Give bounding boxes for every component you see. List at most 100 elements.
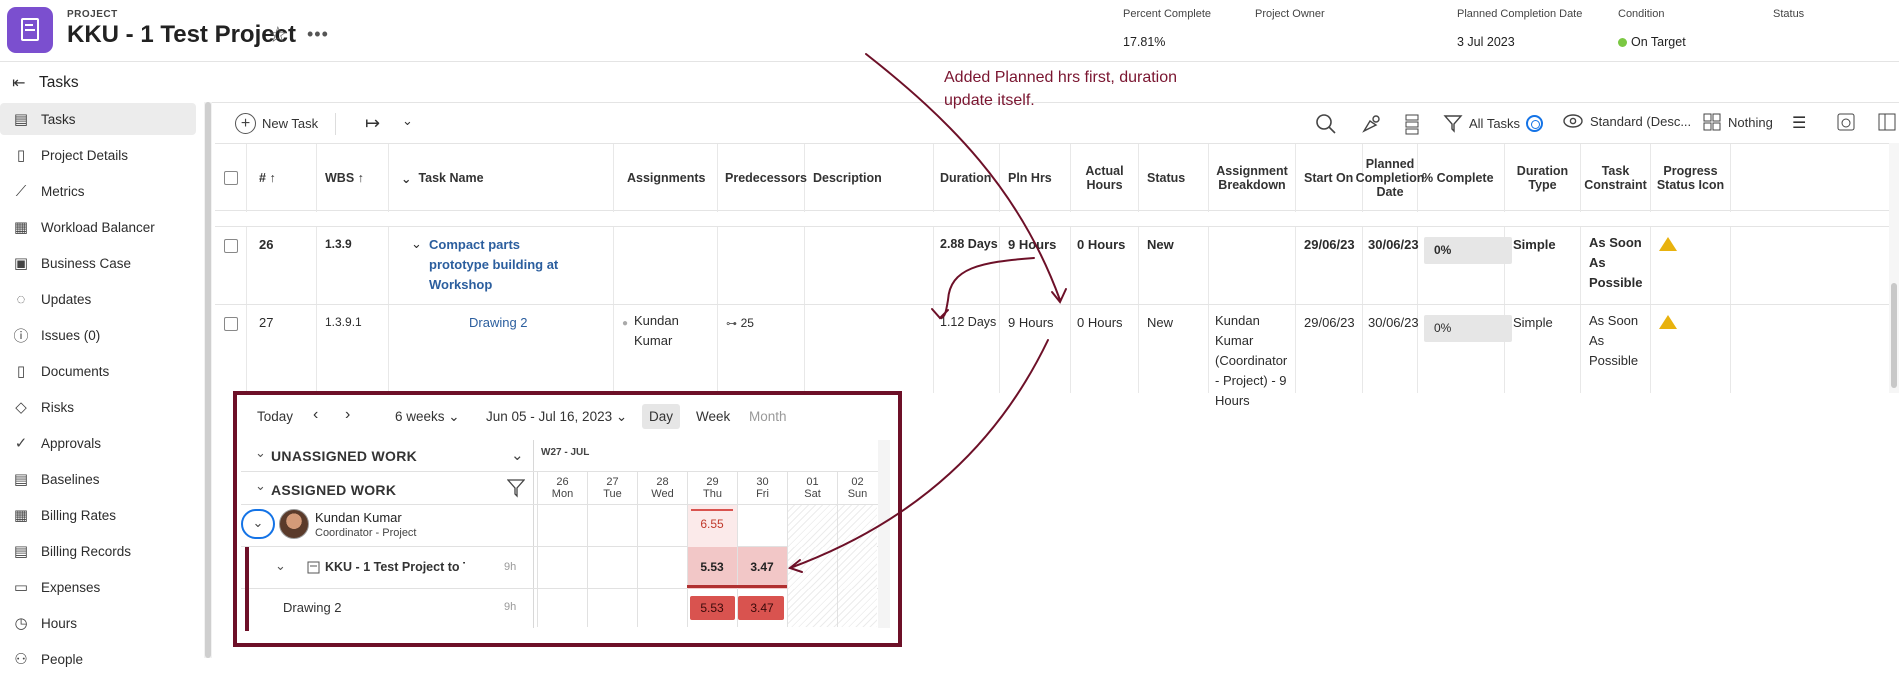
column-progress-status-icon[interactable]: Progress Status Icon xyxy=(1651,144,1731,212)
status-field[interactable]: Status xyxy=(1773,8,1804,35)
chevron-down-icon[interactable]: ⌄ xyxy=(275,558,286,574)
project-allocation-row[interactable]: ⌄ KKU - 1 Test Project to Tra... 9h 5.53… xyxy=(241,547,888,631)
row-description[interactable] xyxy=(805,305,934,393)
thu-task-value[interactable]: 5.53 xyxy=(687,601,737,615)
date-range-dropdown[interactable]: Jun 05 - Jul 16, 2023 ⌄ xyxy=(486,409,627,425)
view-button[interactable]: Standard (Desc... xyxy=(1562,113,1691,129)
column-status[interactable]: Status xyxy=(1139,144,1209,212)
row-status[interactable]: New xyxy=(1139,227,1209,304)
sidebar-item-metrics[interactable]: ⟋ Metrics xyxy=(0,175,196,207)
column-planned-completion-date[interactable]: Planned Completion Date xyxy=(1356,144,1424,212)
chevron-down-icon[interactable]: ⌄ xyxy=(411,236,422,252)
table-row[interactable]: 26 1.3.9 ⌄ Compact parts prototype build… xyxy=(215,227,1899,305)
column-duration-type[interactable]: Duration Type xyxy=(1505,144,1581,212)
previous-icon[interactable]: ‹ xyxy=(313,406,318,424)
column-percent-complete[interactable]: % Complete xyxy=(1418,144,1505,212)
sidebar-item-billing-rates[interactable]: ▦ Billing Rates xyxy=(0,499,196,531)
column-description[interactable]: Description xyxy=(805,144,934,212)
assigned-work-row[interactable]: ⌄ ASSIGNED WORK 26 Mon 27 Tue 28 Wed 29 Thu … xyxy=(241,472,888,505)
column-assignments[interactable]: Assignments xyxy=(614,144,718,212)
sidebar-item-workload-balancer[interactable]: ▦ Workload Balancer xyxy=(0,211,196,243)
chevron-down-icon[interactable]: ⌄ xyxy=(255,445,266,461)
more-options-icon[interactable]: ••• xyxy=(307,24,329,45)
unassigned-work-row[interactable]: ⌄ UNASSIGNED WORK ⌄ W27 - JUL xyxy=(241,440,888,472)
row-constraint[interactable]: As Soon As Possible xyxy=(1581,227,1651,304)
sidebar-item-approvals[interactable]: ✓ Approvals xyxy=(0,427,196,459)
grid-scrollbar[interactable] xyxy=(1889,143,1899,393)
sidebar-item-business-case[interactable]: ▣ Business Case xyxy=(0,247,196,279)
row-checkbox[interactable] xyxy=(215,227,247,304)
column-predecessors[interactable]: Predecessors xyxy=(718,144,807,212)
column-number[interactable]: # ↑ xyxy=(247,144,317,212)
chevron-down-icon[interactable]: ⌄ xyxy=(255,478,266,494)
row-duration-type[interactable]: Simple xyxy=(1505,227,1581,304)
row-assignments[interactable] xyxy=(614,227,718,304)
workload-scrollbar[interactable] xyxy=(878,440,890,628)
row-duration[interactable]: 1.12 Days xyxy=(934,305,1000,393)
row-status[interactable]: New xyxy=(1139,305,1209,393)
today-button[interactable]: Today xyxy=(257,409,293,424)
column-wbs[interactable]: WBS ↑ xyxy=(317,144,389,212)
chevron-down-icon[interactable]: ⌄ xyxy=(511,446,524,464)
sidebar-item-expenses[interactable]: ▭ Expenses xyxy=(0,571,196,603)
select-all-checkbox[interactable] xyxy=(215,144,247,212)
column-task-constraint[interactable]: Task Constraint xyxy=(1581,144,1651,212)
column-pln-hrs[interactable]: Pln Hrs xyxy=(1000,144,1071,212)
row-percent-complete[interactable]: 0% xyxy=(1418,227,1512,304)
column-duration[interactable]: Duration xyxy=(934,144,1000,212)
thu-total-value[interactable]: 6.55 xyxy=(687,517,737,531)
next-icon[interactable]: › xyxy=(345,406,350,424)
star-icon[interactable]: ☆ xyxy=(268,24,288,46)
person-collapse-toggle[interactable]: ⌄ xyxy=(241,509,275,539)
indent-button[interactable]: ↦ xyxy=(365,113,380,134)
project-title[interactable]: KKU - 1 Test Project xyxy=(67,21,296,49)
fri-project-value[interactable]: 3.47 xyxy=(737,560,787,574)
new-task-button[interactable]: + New Task xyxy=(235,113,318,134)
row-checkbox[interactable] xyxy=(215,305,247,393)
indent-menu-button[interactable]: ⌄ xyxy=(402,113,413,129)
search-button[interactable] xyxy=(1315,113,1337,135)
week-view-button[interactable]: Week xyxy=(696,409,730,424)
row-predecessors[interactable] xyxy=(718,227,805,304)
highlight-button[interactable] xyxy=(1360,113,1382,135)
task-allocation-row[interactable]: Drawing 2 9h 5.53 3.47 xyxy=(241,589,888,627)
row-pln-hrs[interactable]: 9 Hours xyxy=(1000,227,1071,304)
sidebar-item-documents[interactable]: ▯ Documents xyxy=(0,355,196,387)
sidebar-item-updates[interactable]: ◌ Updates xyxy=(0,283,196,315)
row-task-name[interactable]: ⌄ Compact parts prototype building at Wo… xyxy=(389,227,614,304)
project-allocation-name[interactable]: KKU - 1 Test Project to Tra... xyxy=(325,560,465,574)
person-row[interactable]: ⌄ Kundan Kumar Coordinator - Project 6.5… xyxy=(241,505,888,547)
sidebar-item-people[interactable]: ⚇ People xyxy=(0,643,196,675)
row-description[interactable] xyxy=(805,227,934,304)
table-row[interactable]: 27 1.3.9.1 Drawing 2 ● Kundan Kumar ⊶ 25… xyxy=(215,305,1899,408)
range-dropdown[interactable]: 6 weeks ⌄ xyxy=(395,409,460,425)
row-task-name[interactable]: Drawing 2 xyxy=(389,305,614,393)
list-settings-button[interactable]: ☰ xyxy=(1792,113,1806,133)
sidebar-scrollbar[interactable] xyxy=(204,102,212,658)
panel-toggle-button[interactable] xyxy=(1878,113,1896,131)
column-start-on[interactable]: Start On xyxy=(1296,144,1363,212)
thu-project-value[interactable]: 5.53 xyxy=(687,560,737,574)
row-start-on[interactable]: 29/06/23 xyxy=(1296,227,1363,304)
sidebar-item-project-details[interactable]: ▯ Project Details xyxy=(0,139,196,171)
filter-button[interactable]: All Tasks xyxy=(1443,113,1544,133)
condition-field[interactable]: Condition On Target xyxy=(1618,8,1686,49)
sidebar-item-tasks[interactable]: ▤ Tasks xyxy=(0,103,196,135)
month-view-button[interactable]: Month xyxy=(749,409,787,424)
row-duration[interactable]: 2.88 Days xyxy=(934,227,1000,304)
row-completion[interactable]: 30/06/23 xyxy=(1363,305,1419,393)
column-task-name[interactable]: ⌄ Task Name xyxy=(389,144,614,212)
collapse-panel-icon[interactable]: ⇤ xyxy=(12,73,25,93)
sidebar-item-issues-0[interactable]: ⓘ Issues (0) xyxy=(0,319,196,351)
hierarchy-button[interactable] xyxy=(1402,113,1422,135)
sidebar-item-billing-records[interactable]: ▤ Billing Records xyxy=(0,535,196,567)
person-name[interactable]: Kundan Kumar xyxy=(315,510,402,525)
column-actual-hours[interactable]: Actual Hours xyxy=(1071,144,1139,212)
timeline-button[interactable] xyxy=(1837,113,1855,131)
row-assignments[interactable]: ● Kundan Kumar xyxy=(614,305,718,393)
row-start-on[interactable]: 29/06/23 xyxy=(1296,305,1363,393)
row-constraint[interactable]: As Soon As Possible xyxy=(1581,305,1651,393)
row-pln-hrs[interactable]: 9 Hours xyxy=(1000,305,1071,393)
column-assignment-breakdown[interactable]: Assignment Breakdown xyxy=(1209,144,1296,212)
task-allocation-name[interactable]: Drawing 2 xyxy=(283,600,342,615)
